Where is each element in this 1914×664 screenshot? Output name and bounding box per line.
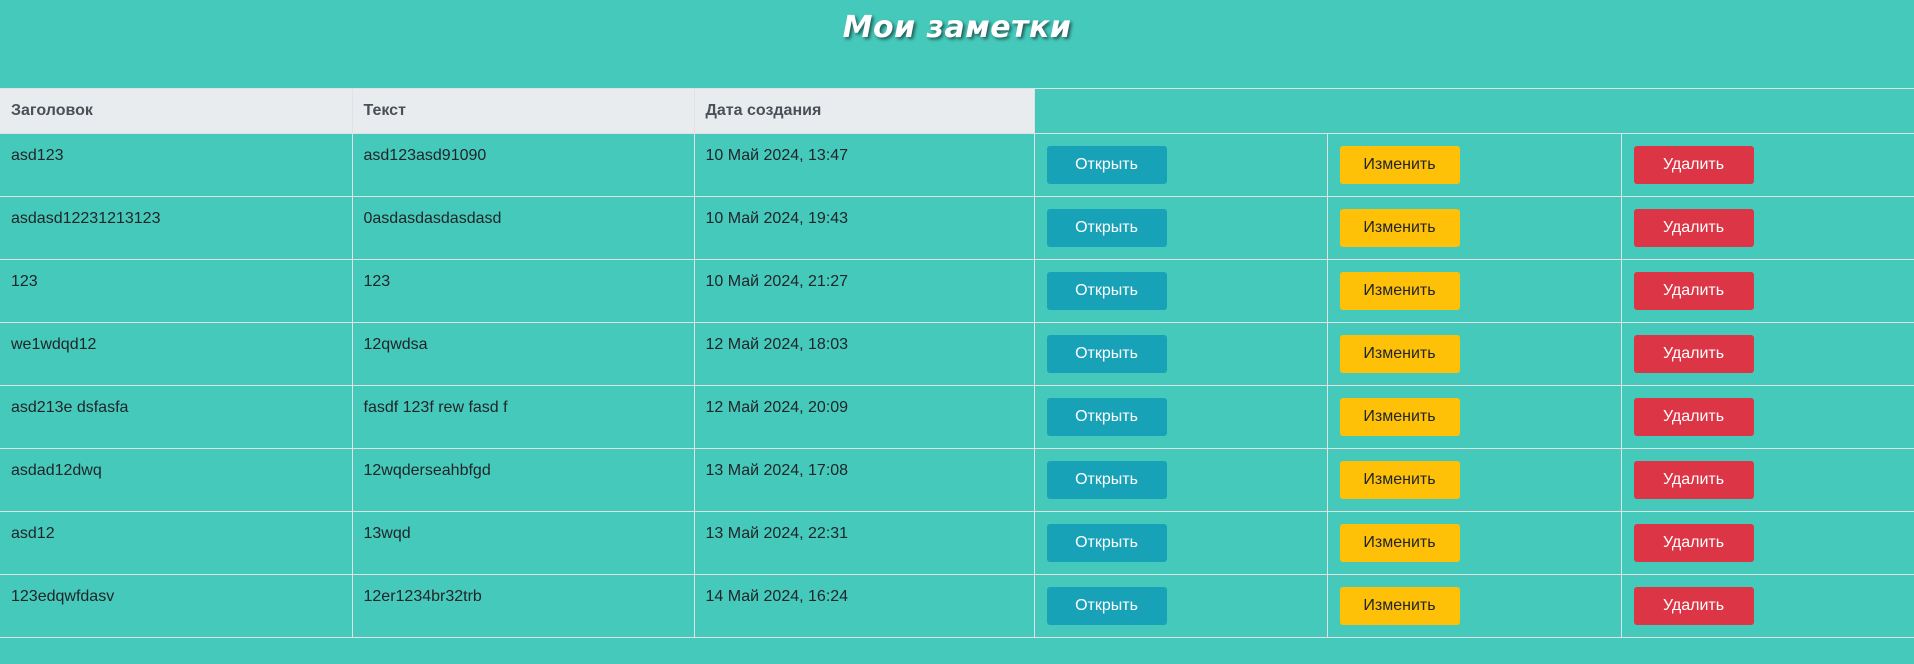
note-title-cell: asd12 (0, 511, 353, 575)
edit-action-cell: Изменить (1327, 574, 1622, 638)
edit-action-cell: Изменить (1327, 385, 1622, 449)
delete-action-cell: Удалить (1621, 259, 1914, 323)
delete-button[interactable]: Удалить (1633, 146, 1754, 184)
table-row: asdasd12231213123 0asdasdasdasdasd 10 Май … (0, 196, 1914, 260)
open-action-cell: Открыть (1034, 196, 1328, 260)
note-title-cell: 123 (0, 259, 353, 323)
edit-action-cell: Изменить (1327, 511, 1622, 575)
note-date-cell: 10 Май 2024, 19:43 (694, 196, 1035, 260)
note-text-cell: asd123asd91090 (352, 133, 695, 197)
delete-button[interactable]: Удалить (1633, 209, 1754, 247)
note-title-cell: asdasd12231213123 (0, 196, 353, 260)
edit-button[interactable]: Изменить (1339, 335, 1460, 373)
open-action-cell: Открыть (1034, 133, 1328, 197)
note-text-cell: 12er1234br32trb (352, 574, 695, 638)
delete-button[interactable]: Удалить (1633, 398, 1754, 436)
delete-action-cell: Удалить (1621, 196, 1914, 260)
note-text-cell: 13wqd (352, 511, 695, 575)
open-action-cell: Открыть (1034, 259, 1328, 323)
delete-action-cell: Удалить (1621, 511, 1914, 575)
note-title-cell: asd213e dsfasfa (0, 385, 353, 449)
note-title-cell: 123edqwfdasv (0, 574, 353, 638)
delete-button[interactable]: Удалить (1633, 335, 1754, 373)
delete-button[interactable]: Удалить (1633, 524, 1754, 562)
column-header-actions (1034, 88, 1914, 134)
open-button[interactable]: Открыть (1046, 398, 1167, 436)
note-text-cell: 12wqderseahbfgd (352, 448, 695, 512)
note-title-cell: asd123 (0, 133, 353, 197)
table-row: asd12 13wqd 13 Май 2024, 22:31 Открыть Измен… (0, 511, 1914, 575)
delete-button[interactable]: Удалить (1633, 272, 1754, 310)
edit-action-cell: Изменить (1327, 322, 1622, 386)
open-button[interactable]: Открыть (1046, 272, 1167, 310)
note-date-cell: 10 Май 2024, 21:27 (694, 259, 1035, 323)
table-body: asd123 asd123asd91090 10 Май 2024, 13:47 От… (0, 133, 1914, 638)
open-action-cell: Открыть (1034, 322, 1328, 386)
note-date-cell: 13 Май 2024, 17:08 (694, 448, 1035, 512)
table-row: asd123 asd123asd91090 10 Май 2024, 13:47 От… (0, 133, 1914, 197)
column-header-text: Текст (352, 88, 695, 134)
edit-action-cell: Изменить (1327, 259, 1622, 323)
delete-action-cell: Удалить (1621, 322, 1914, 386)
delete-action-cell: Удалить (1621, 385, 1914, 449)
note-date-cell: 13 Май 2024, 22:31 (694, 511, 1035, 575)
edit-button[interactable]: Изменить (1339, 209, 1460, 247)
note-text-cell: 0asdasdasdasdasd (352, 196, 695, 260)
open-button[interactable]: Открыть (1046, 209, 1167, 247)
delete-button[interactable]: Удалить (1633, 461, 1754, 499)
edit-button[interactable]: Изменить (1339, 587, 1460, 625)
open-action-cell: Открыть (1034, 448, 1328, 512)
note-date-cell: 14 Май 2024, 16:24 (694, 574, 1035, 638)
open-action-cell: Открыть (1034, 574, 1328, 638)
delete-button[interactable]: Удалить (1633, 587, 1754, 625)
note-text-cell: fasdf 123f rew fasd f (352, 385, 695, 449)
column-header-date: Дата создания (694, 88, 1035, 134)
note-title-cell: asdad12dwq (0, 448, 353, 512)
edit-button[interactable]: Изменить (1339, 146, 1460, 184)
table-header-row: Заголовок Текст Дата создания (0, 88, 1914, 134)
note-text-cell: 123 (352, 259, 695, 323)
open-button[interactable]: Открыть (1046, 335, 1167, 373)
open-action-cell: Открыть (1034, 385, 1328, 449)
edit-action-cell: Изменить (1327, 196, 1622, 260)
note-date-cell: 10 Май 2024, 13:47 (694, 133, 1035, 197)
note-text-cell: 12qwdsa (352, 322, 695, 386)
note-date-cell: 12 Май 2024, 18:03 (694, 322, 1035, 386)
table-row: 123edqwfdasv 12er1234br32trb 14 Май 2024, … (0, 574, 1914, 638)
open-button[interactable]: Открыть (1046, 461, 1167, 499)
edit-action-cell: Изменить (1327, 448, 1622, 512)
edit-button[interactable]: Изменить (1339, 398, 1460, 436)
open-button[interactable]: Открыть (1046, 524, 1167, 562)
delete-action-cell: Удалить (1621, 133, 1914, 197)
edit-button[interactable]: Изменить (1339, 272, 1460, 310)
delete-action-cell: Удалить (1621, 574, 1914, 638)
edit-button[interactable]: Изменить (1339, 524, 1460, 562)
open-action-cell: Открыть (1034, 511, 1328, 575)
edit-button[interactable]: Изменить (1339, 461, 1460, 499)
table-row: we1wdqd12 12qwdsa 12 Май 2024, 18:03 Открыт… (0, 322, 1914, 386)
table-row: asd213e dsfasfa fasdf 123f rew fasd f 12 М… (0, 385, 1914, 449)
edit-action-cell: Изменить (1327, 133, 1622, 197)
note-date-cell: 12 Май 2024, 20:09 (694, 385, 1035, 449)
notes-table: Заголовок Текст Дата создания asd123 asd1… (0, 88, 1914, 638)
table-row: 123 123 10 Май 2024, 21:27 Открыть Изменить У… (0, 259, 1914, 323)
note-title-cell: we1wdqd12 (0, 322, 353, 386)
delete-action-cell: Удалить (1621, 448, 1914, 512)
table-row: asdad12dwq 12wqderseahbfgd 13 Май 2024, 17… (0, 448, 1914, 512)
page-title: Мои заметки (842, 10, 1072, 45)
column-header-title: Заголовок (0, 88, 353, 134)
open-button[interactable]: Открыть (1046, 146, 1167, 184)
open-button[interactable]: Открыть (1046, 587, 1167, 625)
